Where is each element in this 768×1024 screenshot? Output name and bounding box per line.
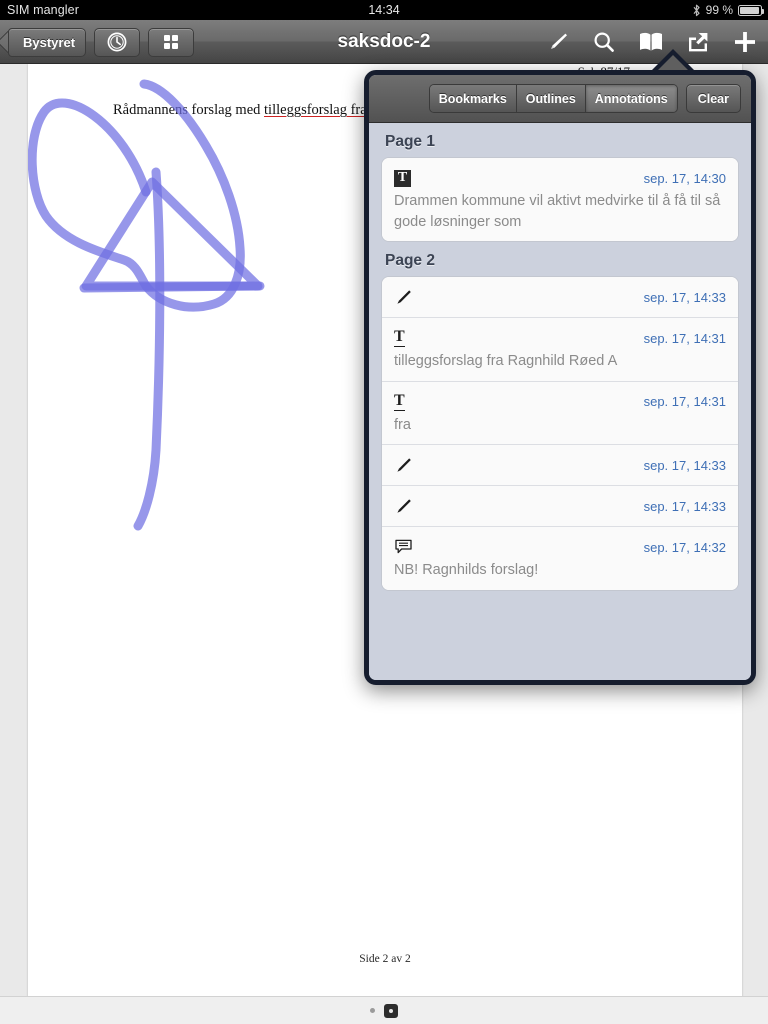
annotation-group-page-2: sep. 17, 14:33 T sep. 17, 14:31 tilleggs…	[381, 276, 739, 591]
annotation-row[interactable]: sep. 17, 14:32 NB! Ragnhilds forslag!	[382, 527, 738, 590]
popover-header: Bookmarks Outlines Annotations Clear	[369, 75, 751, 123]
annotate-pencil-button[interactable]	[545, 30, 570, 55]
add-button[interactable]	[732, 29, 758, 55]
page-dot-1[interactable]	[370, 1008, 375, 1013]
annotation-date: sep. 17, 14:31	[643, 330, 726, 346]
marker-pen-icon	[545, 30, 570, 55]
annotation-row[interactable]: sep. 17, 14:33	[382, 486, 738, 528]
annotation-row-header: sep. 17, 14:33	[394, 454, 726, 476]
battery-percent-label: 99 %	[705, 3, 733, 17]
annotation-row-header: sep. 17, 14:32	[394, 536, 726, 558]
note-comment-icon	[394, 538, 413, 556]
annotation-date: sep. 17, 14:31	[643, 394, 726, 410]
page-dot-2[interactable]	[384, 1003, 398, 1018]
popover-tab-segmented-control: Bookmarks Outlines Annotations	[428, 84, 678, 113]
search-button[interactable]	[592, 30, 616, 54]
annotation-text: Drammen kommune vil aktivt medvirke til …	[394, 193, 721, 230]
tab-bookmarks[interactable]: Bookmarks	[429, 85, 517, 112]
annotations-popover: Bookmarks Outlines Annotations Clear Pag…	[364, 70, 756, 685]
annotation-date: sep. 17, 14:33	[643, 498, 726, 514]
annotation-row-header: T sep. 17, 14:31	[394, 391, 726, 413]
search-icon	[592, 30, 616, 54]
status-right-group: 99 %	[692, 3, 764, 17]
tab-outlines[interactable]: Outlines	[516, 85, 586, 112]
status-bar: SIM mangler 14:34 99 %	[0, 0, 768, 20]
clock-label: 14:34	[368, 3, 400, 17]
bluetooth-icon	[692, 4, 701, 17]
ink-pencil-icon	[394, 497, 413, 516]
annotation-text: tilleggsforslag fra Ragnhild Røed A	[394, 353, 618, 370]
ink-pencil-icon	[394, 288, 413, 307]
text-underline-icon: T	[394, 328, 405, 348]
annotation-date: sep. 17, 14:33	[643, 457, 726, 473]
annotation-row-header: sep. 17, 14:33	[394, 286, 726, 308]
plus-icon	[732, 29, 758, 55]
section-title-page-2: Page 2	[385, 252, 435, 270]
annotation-row-header: sep. 17, 14:33	[394, 495, 726, 517]
section-title-page-1: Page 1	[385, 133, 435, 150]
annotations-list[interactable]: Page 1 T sep. 17, 14:30 Drammen kommune …	[369, 123, 751, 680]
annotation-row[interactable]: sep. 17, 14:33	[382, 277, 738, 319]
annotation-date: sep. 17, 14:30	[643, 170, 726, 186]
ipad-pdf-reader-screen: SIM mangler 14:34 99 % Bystyret saksdoc-…	[0, 0, 768, 1024]
annotation-row-header: T sep. 17, 14:30	[394, 167, 726, 189]
annotation-date: sep. 17, 14:32	[643, 539, 726, 555]
document-heading: Rådmannens forslag med tilleggsforslag f…	[113, 102, 367, 119]
text-underline-icon: T	[394, 391, 405, 411]
annotation-date: sep. 17, 14:33	[643, 289, 726, 305]
clear-button[interactable]: Clear	[685, 84, 741, 113]
popover-arrow	[651, 49, 695, 71]
annotation-row[interactable]: T sep. 17, 14:30 Drammen kommune vil akt…	[382, 158, 738, 242]
heading-underlined-annotation: tilleggsforslag fra	[264, 102, 367, 118]
annotation-row-header: T sep. 17, 14:31	[394, 327, 726, 349]
annotation-row[interactable]: T sep. 17, 14:31 fra	[382, 381, 738, 446]
document-title-label: saksdoc-2	[337, 31, 431, 52]
annotation-group-page-1: T sep. 17, 14:30 Drammen kommune vil akt…	[381, 157, 739, 243]
annotation-text: NB! Ragnhilds forslag!	[394, 562, 539, 579]
tab-annotations[interactable]: Annotations	[585, 85, 677, 112]
annotation-row[interactable]: sep. 17, 14:33	[382, 445, 738, 487]
ink-stroke-vertical	[133, 167, 165, 531]
page-footer-label: Side 2 av 2	[359, 953, 411, 965]
battery-icon	[738, 4, 764, 16]
annotation-row[interactable]: T sep. 17, 14:31 tilleggsforslag fra Rag…	[382, 318, 738, 382]
heading-plain-text: Rådmannens forslag med	[113, 102, 265, 118]
annotation-text: fra	[394, 416, 411, 433]
page-indicator-bar	[0, 996, 768, 1024]
text-highlight-icon: T	[394, 169, 411, 187]
ink-stroke-triangle	[81, 177, 263, 291]
ink-stroke-horizontal	[79, 281, 265, 293]
ink-pencil-icon	[394, 456, 413, 475]
